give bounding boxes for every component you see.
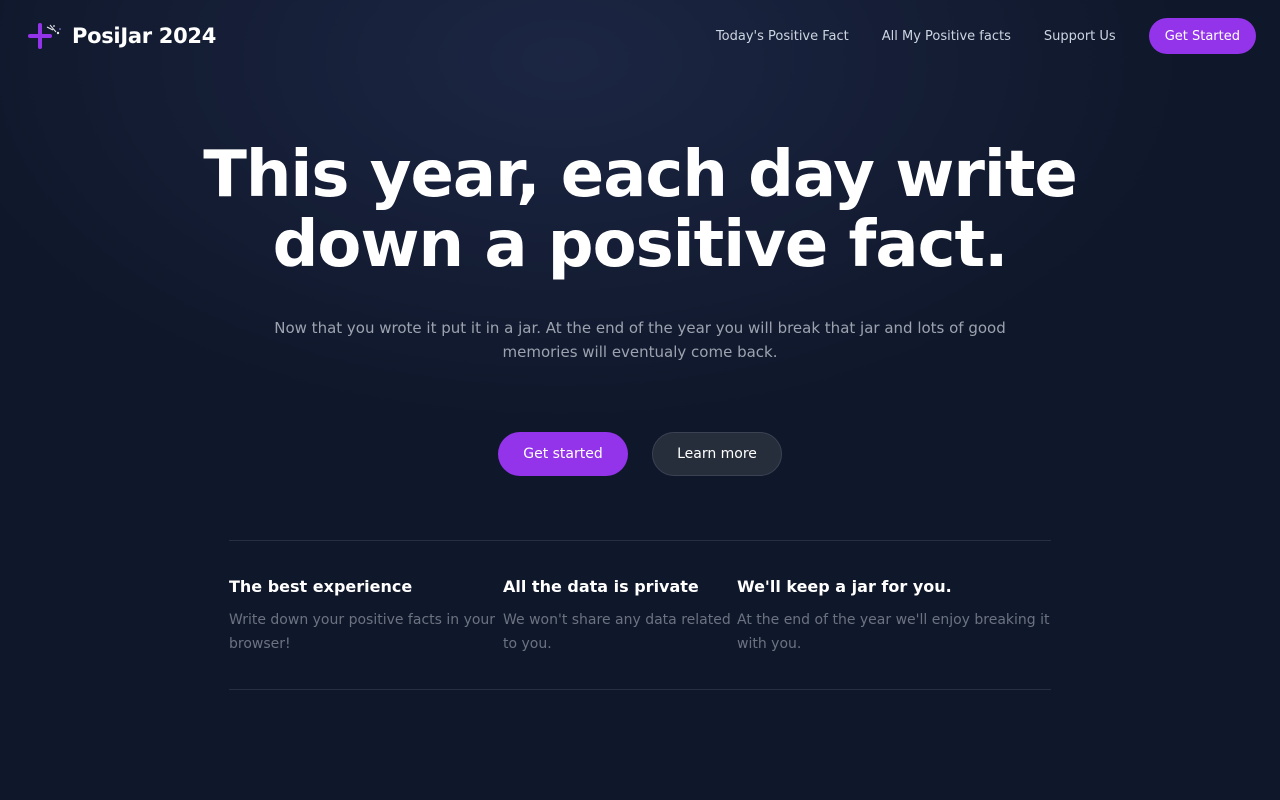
learn-more-button[interactable]: Learn more <box>652 432 782 476</box>
brand-name: PosiJar 2024 <box>72 24 217 48</box>
feature-keep-jar: We'll keep a jar for you. At the end of … <box>737 576 1051 656</box>
main-nav: Today's Positive Fact All My Positive fa… <box>716 18 1256 54</box>
feature-description: Write down your positive facts in your b… <box>229 612 496 652</box>
nav-link-all-facts[interactable]: All My Positive facts <box>882 29 1011 44</box>
feature-title: We'll keep a jar for you. <box>737 577 952 596</box>
feature-description: We won't share any data related to you. <box>503 612 731 652</box>
nav-link-todays-fact[interactable]: Today's Positive Fact <box>716 29 849 44</box>
features-top-divider <box>229 540 1051 541</box>
sparkle-plus-icon <box>28 22 62 50</box>
header-get-started-button[interactable]: Get Started <box>1148 18 1256 54</box>
feature-data-private: All the data is private We won't share a… <box>503 576 735 656</box>
site-header: PosiJar 2024 Today's Positive Fact All M… <box>0 0 1280 72</box>
feature-title: The best experience <box>229 577 413 596</box>
nav-link-support-us[interactable]: Support Us <box>1044 29 1116 44</box>
feature-best-experience: The best experience Write down your posi… <box>229 576 499 656</box>
hero-section: This year, each day write down a positiv… <box>0 140 1280 364</box>
hero-subtitle: Now that you wrote it put it in a jar. A… <box>274 319 1006 361</box>
feature-description: At the end of the year we'll enjoy break… <box>737 612 1050 652</box>
brand-logo-link[interactable]: PosiJar 2024 <box>28 22 216 50</box>
hero-actions: Get started Learn more <box>0 432 1280 476</box>
features-bottom-divider <box>229 689 1051 690</box>
feature-title: All the data is private <box>503 577 699 596</box>
hero-title: This year, each day write down a positiv… <box>203 138 1078 282</box>
features-section: The best experience Write down your posi… <box>229 576 1051 666</box>
get-started-button[interactable]: Get started <box>498 432 628 476</box>
